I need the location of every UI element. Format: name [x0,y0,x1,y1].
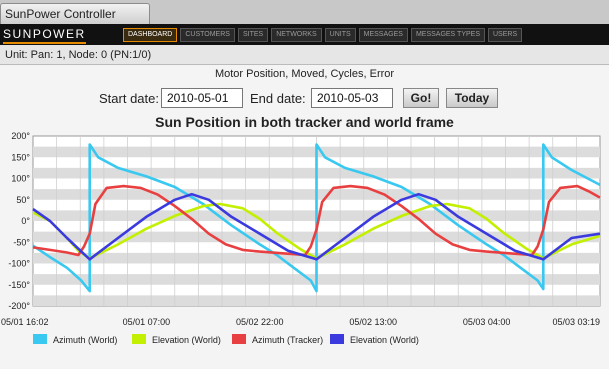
y-tick-label: 0° [21,216,30,226]
x-tick-label: 05/01 07:00 [123,317,171,327]
chart-title: Sun Position in both tracker and world f… [155,114,454,130]
legend-label: Azimuth (Tracker) [252,335,323,345]
x-tick-label: 05/01 16:02 [1,317,49,327]
go-button[interactable]: Go! [403,88,439,108]
y-tick-label: 200° [11,131,30,141]
legend-label: Elevation (World) [152,335,221,345]
unit-label: Unit: Pan: 1, Node: 0 (PN:1/0) [5,49,152,61]
nav-networks[interactable]: NETWORKS [271,28,322,42]
start-date-label: Start date: [99,91,159,106]
date-range-bar: Start date: 2010-05-01 End date: 2010-05… [0,88,609,110]
legend-swatch [330,334,344,344]
legend-swatch [33,334,47,344]
y-tick-label: -200° [8,301,30,311]
main-navbar: SUNPOWER DASHBOARD CUSTOMERS SITES NETWO… [0,24,609,45]
y-tick-label: -50° [13,237,30,247]
sun-position-chart: 200° 150° 100° 50° 0° -50° -100° -150° -200° 05/0… [1,131,601,345]
nav-users[interactable]: USERS [488,28,523,42]
nav-dashboard[interactable]: DASHBOARD [123,28,178,42]
nav-menu: DASHBOARD CUSTOMERS SITES NETWORKS UNITS… [123,28,523,42]
nav-customers[interactable]: CUSTOMERS [180,28,235,42]
unit-info-bar: Unit: Pan: 1, Node: 0 (PN:1/0) [0,45,609,65]
legend-swatch [232,334,246,344]
legend-swatch [132,334,146,344]
end-date-label: End date: [250,91,306,106]
y-tick-label: 100° [11,174,30,184]
today-button[interactable]: Today [446,88,498,108]
nav-messages[interactable]: MESSAGES [358,28,408,42]
y-tick-label: 50° [16,195,30,205]
nav-units[interactable]: UNITS [324,28,356,42]
end-date-input[interactable]: 2010-05-03 [311,88,393,108]
nav-message-types[interactable]: MESSAGES TYPES [410,28,485,42]
sunpower-logo: SUNPOWER [3,27,86,44]
nav-sites[interactable]: SITES [237,28,269,42]
x-tick-label: 05/02 22:00 [236,317,284,327]
y-tick-label: -100° [8,259,30,269]
legend-label: Azimuth (World) [53,335,117,345]
y-tick-label: 150° [11,152,30,162]
x-tick-label: 05/03 04:00 [463,317,511,327]
start-date-input[interactable]: 2010-05-01 [161,88,243,108]
app-title-tab[interactable]: SunPower Controller Monitor [0,3,150,41]
x-tick-label: 05/03 03:19 [552,317,600,327]
metric-filter-text: Motor Position, Moved, Cycles, Error [214,68,395,80]
y-tick-label: -150° [8,280,30,290]
legend-label: Elevation (World) [350,335,419,345]
x-tick-label: 05/02 13:00 [349,317,397,327]
